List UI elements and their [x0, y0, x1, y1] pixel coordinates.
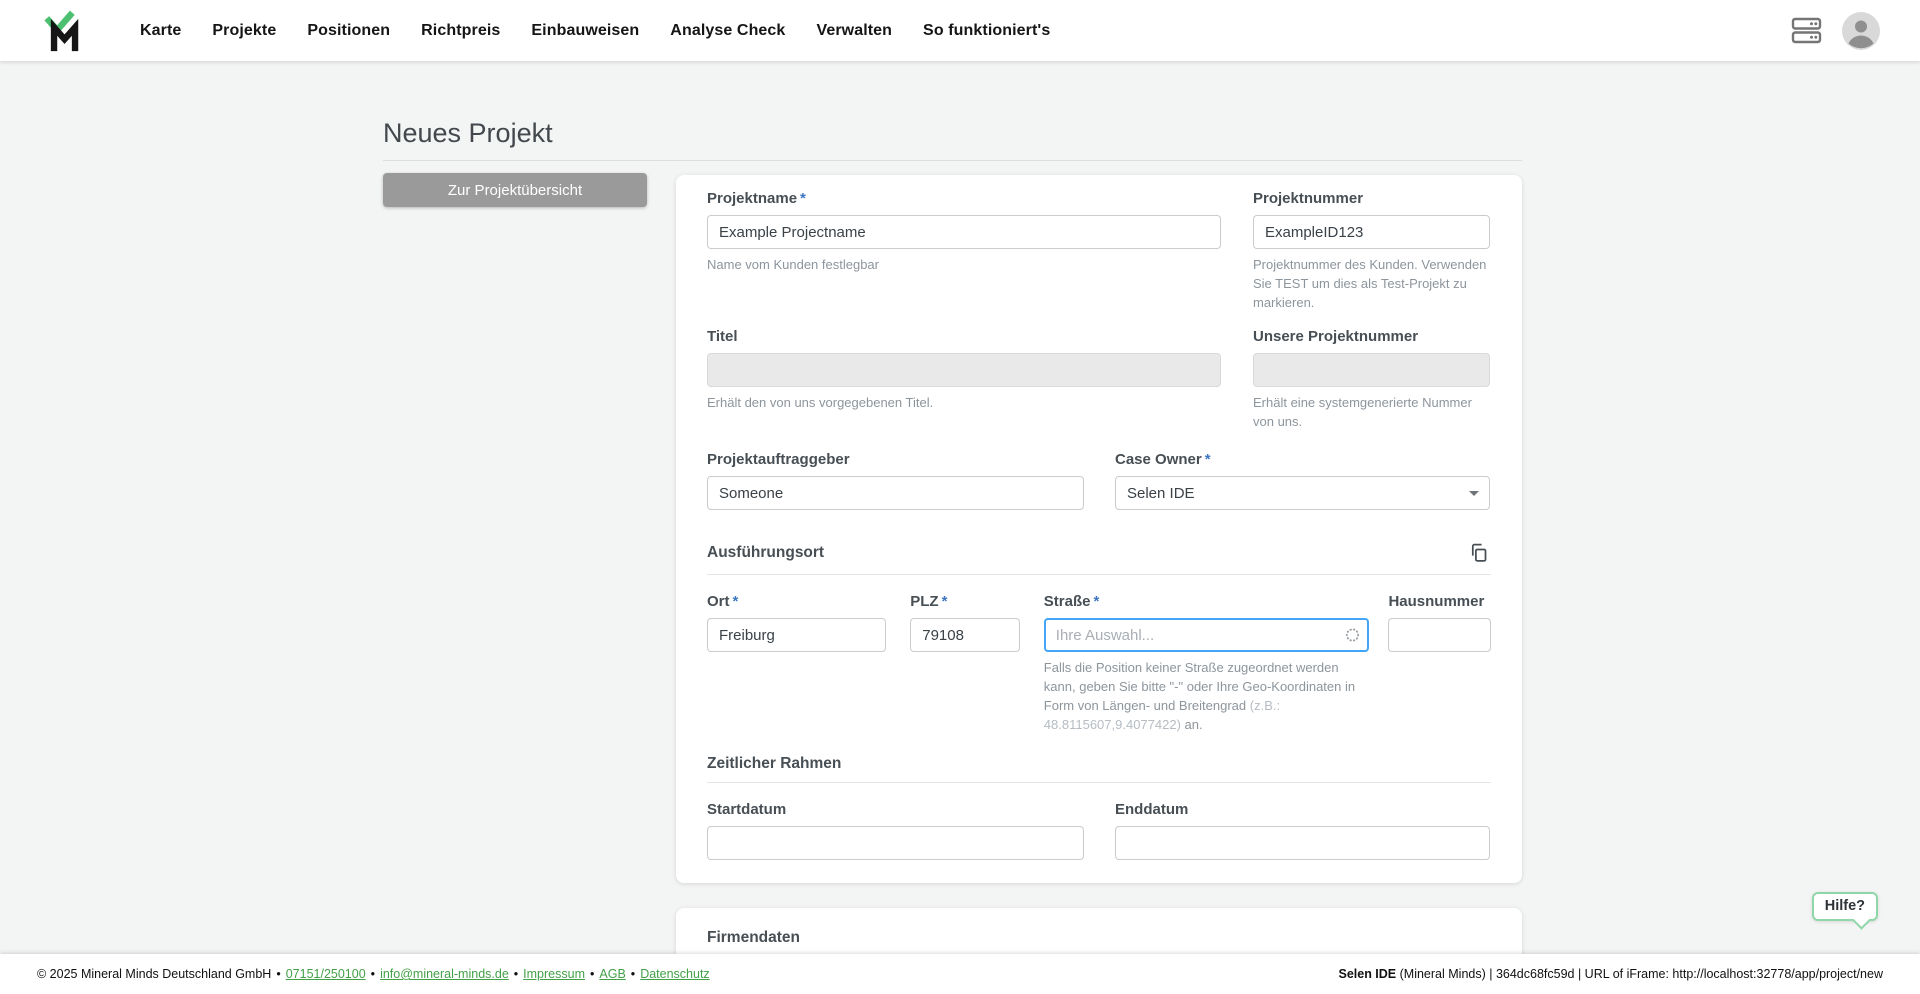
section-title-ausfuehrungsort: Ausführungsort [707, 543, 824, 562]
plz-input[interactable] [910, 618, 1020, 652]
hausnummer-input[interactable] [1388, 618, 1491, 652]
footer-link-agb[interactable]: AGB [599, 967, 625, 981]
projektauftraggeber-input[interactable] [707, 476, 1084, 510]
footer-link-email[interactable]: info@mineral-minds.de [380, 967, 509, 981]
footer-copyright: © 2025 Mineral Minds Deutschland GmbH [37, 967, 271, 981]
titel-helper: Erhält den von uns vorgegebenen Titel. [707, 393, 1221, 412]
strasse-input[interactable] [1044, 618, 1370, 652]
case-owner-select[interactable]: Selen IDE [1115, 476, 1490, 510]
ort-label: Ort* [707, 593, 886, 611]
project-form-card: Projektname* Name vom Kunden festlegbar … [676, 175, 1522, 883]
nav-item-so-funktionierts[interactable]: So funktioniert's [923, 22, 1050, 40]
section-divider [707, 574, 1491, 575]
plz-label: PLZ* [910, 593, 1020, 611]
hausnummer-label: Hausnummer [1388, 593, 1491, 611]
ort-input[interactable] [707, 618, 886, 652]
required-marker: * [733, 593, 739, 610]
copy-icon[interactable] [1466, 540, 1491, 565]
footer-link-datenschutz[interactable]: Datenschutz [640, 967, 709, 981]
startdatum-label: Startdatum [707, 801, 1084, 819]
titel-label: Titel [707, 328, 1221, 346]
unsere-projektnummer-input [1253, 353, 1490, 387]
projektname-input[interactable] [707, 215, 1221, 249]
nav-item-einbauweisen[interactable]: Einbauweisen [531, 22, 639, 40]
required-marker: * [800, 190, 806, 207]
nav-item-projekte[interactable]: Projekte [212, 22, 276, 40]
required-marker: * [1093, 593, 1099, 610]
case-owner-value: Selen IDE [1127, 485, 1195, 502]
nav-item-verwalten[interactable]: Verwalten [816, 22, 892, 40]
nav-item-karte[interactable]: Karte [140, 22, 181, 40]
mineral-minds-logo[interactable] [44, 8, 88, 54]
help-button[interactable]: Hilfe? [1812, 892, 1878, 921]
projektauftraggeber-label: Projektauftraggeber [707, 451, 1084, 469]
strasse-helper: Falls die Position keiner Straße zugeord… [1044, 658, 1370, 734]
page-title: Neues Projekt [383, 118, 1522, 149]
section-title-zeitlicher-rahmen: Zeitlicher Rahmen [707, 754, 841, 773]
required-marker: * [942, 593, 948, 610]
projektname-label: Projektname* [707, 190, 1221, 208]
footer-session-info: Selen IDE (Mineral Minds) | 364dc68fc59d… [1338, 967, 1883, 981]
unsere-projektnummer-helper: Erhält eine systemgenerierte Nummer von … [1253, 393, 1490, 431]
projektnummer-label: Projektnummer [1253, 190, 1490, 208]
enddatum-input[interactable] [1115, 826, 1490, 860]
nav-item-richtpreis[interactable]: Richtpreis [421, 22, 500, 40]
footer-legal: © 2025 Mineral Minds Deutschland GmbH • … [37, 967, 710, 981]
footer-bar: © 2025 Mineral Minds Deutschland GmbH • … [0, 954, 1920, 994]
required-marker: * [1205, 451, 1211, 468]
projektname-helper: Name vom Kunden festlegbar [707, 255, 1221, 274]
chevron-down-icon [1469, 491, 1479, 496]
top-navigation-bar: Karte Projekte Positionen Richtpreis Ein… [0, 0, 1920, 61]
startdatum-input[interactable] [707, 826, 1084, 860]
footer-link-phone[interactable]: 07151/250100 [286, 967, 366, 981]
unsere-projektnummer-label: Unsere Projektnummer [1253, 328, 1490, 346]
case-owner-label: Case Owner* [1115, 451, 1490, 469]
main-nav: Karte Projekte Positionen Richtpreis Ein… [140, 22, 1050, 40]
footer-session-user: Selen IDE [1338, 967, 1396, 981]
back-to-project-overview-button[interactable]: Zur Projektübersicht [383, 173, 647, 207]
logo-mark-icon [44, 9, 86, 53]
projektnummer-helper: Projektnummer des Kunden. Verwenden Sie … [1253, 255, 1490, 312]
page-content: Neues Projekt Zur Projektübersicht Proje… [0, 61, 1920, 994]
strasse-label: Straße* [1044, 593, 1370, 611]
nav-item-positionen[interactable]: Positionen [307, 22, 390, 40]
projektnummer-input[interactable] [1253, 215, 1490, 249]
footer-link-impressum[interactable]: Impressum [523, 967, 585, 981]
server-icon[interactable] [1791, 17, 1822, 44]
section-title-firmendaten: Firmendaten [707, 928, 800, 947]
nav-item-analyse-check[interactable]: Analyse Check [670, 22, 785, 40]
loading-spinner-icon [1345, 628, 1360, 643]
section-divider [707, 782, 1491, 783]
enddatum-label: Enddatum [1115, 801, 1490, 819]
titel-input [707, 353, 1221, 387]
user-avatar-icon[interactable] [1842, 12, 1880, 50]
